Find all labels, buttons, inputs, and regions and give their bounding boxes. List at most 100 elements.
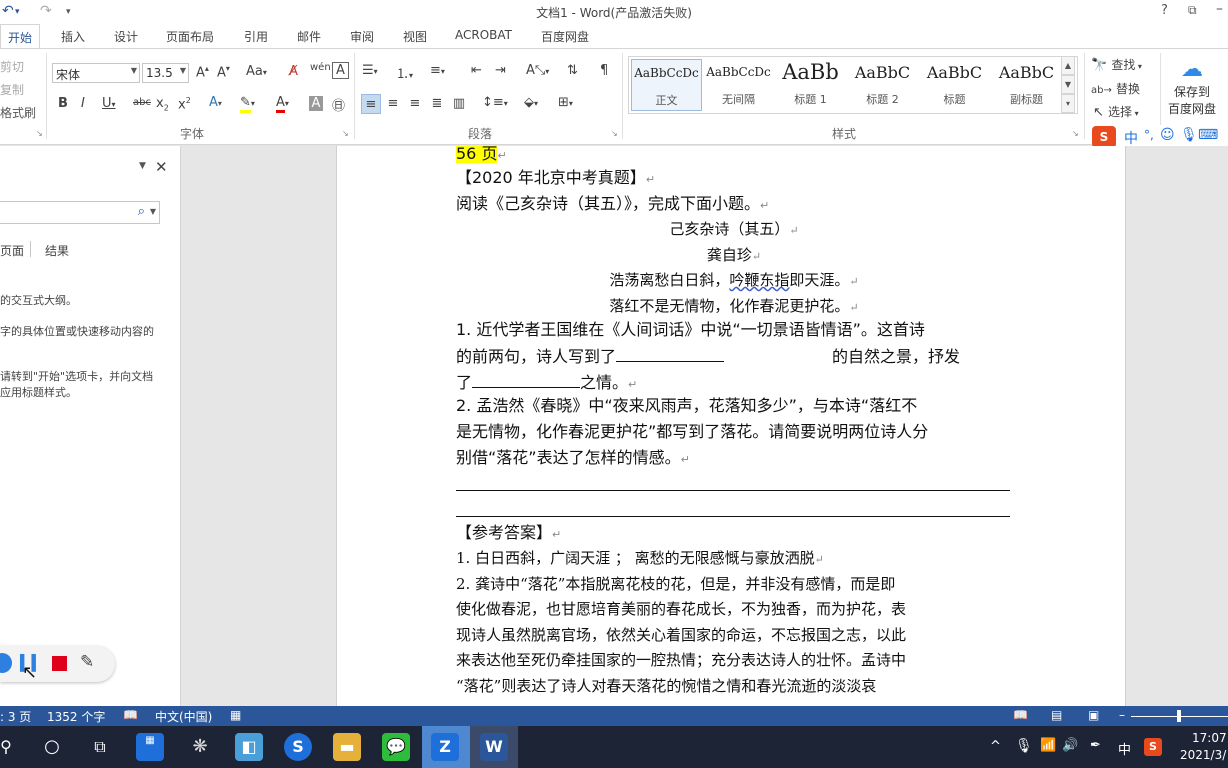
tab-mailings[interactable]: 邮件 <box>297 28 321 45</box>
align-right-icon[interactable]: ≡ <box>405 94 425 114</box>
style-heading-2[interactable]: AaBbC 标题 2 <box>847 59 918 111</box>
task-view-icon[interactable]: ⧉ <box>86 733 114 761</box>
enclose-characters-icon[interactable]: ㊐ <box>332 95 345 114</box>
app-icon-2[interactable]: ❋ <box>186 733 214 761</box>
paragraph-launcher-icon[interactable]: ↘ <box>611 129 618 138</box>
show-marks-icon[interactable]: ¶ <box>600 63 608 78</box>
proofing-icon[interactable]: 📖 <box>123 708 138 722</box>
tab-baidu-netdisk[interactable]: 百度网盘 <box>541 28 589 45</box>
chevron-down-icon[interactable]: ▼ <box>150 207 156 216</box>
tab-acrobat[interactable]: ACROBAT <box>455 28 512 42</box>
highlight-color-icon[interactable]: ✎▾ <box>240 95 255 113</box>
align-left-icon[interactable]: ≡ <box>361 94 381 114</box>
style-normal[interactable]: AaBbCcDc 正文 <box>631 59 702 111</box>
tab-home[interactable]: 开始 <box>0 24 41 49</box>
align-center-icon[interactable]: ≡ <box>383 94 403 114</box>
grow-font-icon[interactable]: A▴ <box>196 64 209 80</box>
minimize-button[interactable]: – <box>1216 1 1223 17</box>
tab-view[interactable]: 视图 <box>403 28 427 45</box>
tab-references[interactable]: 引用 <box>244 28 268 45</box>
gallery-scroll-up[interactable]: ▲ <box>1061 56 1075 75</box>
zoom-app-icon[interactable]: Z <box>431 733 459 761</box>
shrink-font-icon[interactable]: A▾ <box>217 64 230 80</box>
language-indicator[interactable]: 中文(中国) <box>155 708 212 725</box>
borders-icon[interactable]: ⊞▾ <box>558 95 573 110</box>
document-page[interactable]: 56 页↵ 【2020 年北京中考真题】↵ 阅读《己亥杂诗（其五）》，完成下面小… <box>336 146 1126 706</box>
bold-icon[interactable]: B <box>58 96 68 111</box>
word-count[interactable]: 1352 个字 <box>47 708 105 725</box>
clipboard-launcher-icon[interactable]: ↘ <box>36 129 43 138</box>
strikethrough-icon[interactable]: abc <box>133 97 151 108</box>
format-painter-button[interactable]: 格式刷 <box>0 104 36 121</box>
answer-blank-2[interactable] <box>472 372 581 388</box>
phonetic-guide-icon[interactable]: wén <box>310 62 331 73</box>
read-mode-icon[interactable]: 📖 <box>1013 708 1028 722</box>
file-explorer-icon[interactable]: ▬ <box>333 733 361 761</box>
sogou-browser-icon[interactable]: S <box>284 733 312 761</box>
help-button[interactable]: ? <box>1161 3 1168 18</box>
emoji-icon[interactable]: ☺ <box>1160 127 1175 143</box>
justify-icon[interactable]: ≣ <box>427 94 447 114</box>
sogou-tray-icon[interactable]: S <box>1144 738 1162 756</box>
keyboard-icon[interactable]: ⌨ <box>1198 127 1218 143</box>
punctuation-icon[interactable]: °, <box>1144 128 1154 142</box>
line-spacing-icon[interactable]: ↕≡▾ <box>482 95 508 110</box>
document-area[interactable]: 56 页↵ 【2020 年北京中考真题】↵ 阅读《己亥杂诗（其五）》，完成下面小… <box>181 146 1228 706</box>
subscript-icon[interactable]: x2 <box>156 96 169 113</box>
clock-time[interactable]: 17:07 <box>1192 731 1227 745</box>
copy-button[interactable]: 复制 <box>0 81 24 98</box>
word-icon[interactable]: W <box>480 733 508 761</box>
character-shading-icon[interactable]: A <box>309 96 323 111</box>
volume-icon[interactable]: 🔊 <box>1062 738 1078 753</box>
recorder-badge-icon[interactable] <box>0 653 12 673</box>
zoom-slider-thumb[interactable] <box>1177 710 1181 722</box>
style-no-spacing[interactable]: AaBbCcDc 无间隔 <box>703 59 774 111</box>
sogou-logo-icon[interactable]: S <box>1092 126 1116 148</box>
styles-launcher-icon[interactable]: ↘ <box>1072 129 1079 138</box>
pen-tray-icon[interactable]: ✒ <box>1090 738 1101 753</box>
cut-button[interactable]: 剪切 <box>0 58 24 75</box>
italic-icon[interactable]: I <box>81 96 85 111</box>
nav-tab-pages[interactable]: 页面 <box>0 242 24 259</box>
bullets-icon[interactable]: ☰▾ <box>362 63 378 78</box>
font-launcher-icon[interactable]: ↘ <box>342 129 349 138</box>
clear-formatting-icon[interactable]: A̸ <box>289 64 298 79</box>
network-icon[interactable]: 📶 <box>1040 738 1056 753</box>
answer-blank-1[interactable] <box>616 346 725 362</box>
search-icon[interactable]: ⚲ <box>0 733 20 761</box>
decrease-indent-icon[interactable]: ⇤ <box>471 63 482 78</box>
change-case-button[interactable]: Aa▾ <box>246 64 267 79</box>
font-color-icon[interactable]: A▾ <box>276 95 289 113</box>
text-effects-icon[interactable]: A▾ <box>209 95 222 110</box>
stop-icon[interactable] <box>52 656 67 671</box>
save-to-baidu-button[interactable]: ☁ 保存到 百度网盘 <box>1166 57 1218 117</box>
close-icon[interactable]: ✕ <box>155 158 168 176</box>
cortana-icon[interactable]: ○ <box>38 733 66 761</box>
select-button[interactable]: ↖ 选择 ▾ <box>1093 103 1139 120</box>
tab-review[interactable]: 审阅 <box>350 28 374 45</box>
chinese-layout-icon[interactable]: A⤡▾ <box>526 63 549 78</box>
sort-icon[interactable]: ⇅ <box>567 63 578 78</box>
numbering-icon[interactable]: ⒈▾ <box>396 63 413 82</box>
microphone-icon[interactable]: 🎙 <box>1015 738 1033 754</box>
tab-design[interactable]: 设计 <box>114 28 138 45</box>
print-layout-icon[interactable]: ▤ <box>1051 708 1062 722</box>
clock-date[interactable]: 2021/3/ <box>1180 748 1226 762</box>
gallery-scroll-down[interactable]: ▼ <box>1061 75 1075 94</box>
navigation-search-input[interactable]: ⌕ ▼ <box>0 201 160 224</box>
replace-button[interactable]: ab→ 替换 <box>1091 80 1140 97</box>
style-subtitle[interactable]: AaBbC 副标题 <box>991 59 1062 111</box>
pane-options-icon[interactable]: ▼ <box>139 161 146 171</box>
style-title[interactable]: AaBbC 标题 <box>919 59 990 111</box>
wechat-icon[interactable]: 💬 <box>382 733 410 761</box>
search-icon[interactable]: ⌕ <box>138 204 145 219</box>
ime-mode-toggle[interactable]: 中 <box>1124 128 1138 148</box>
zoom-out-icon[interactable]: – <box>1119 708 1125 722</box>
page-count[interactable]: : 3 页 <box>0 708 31 725</box>
web-layout-icon[interactable]: ▣ <box>1088 708 1099 722</box>
spelling-flag[interactable]: 吟鞭东指 <box>729 271 789 289</box>
character-border-icon[interactable]: A <box>332 62 349 79</box>
voice-icon[interactable]: 🎙 <box>1180 127 1198 143</box>
font-size-combo[interactable]: 13.5 ▼ <box>142 63 189 83</box>
superscript-icon[interactable]: x2 <box>178 96 191 112</box>
